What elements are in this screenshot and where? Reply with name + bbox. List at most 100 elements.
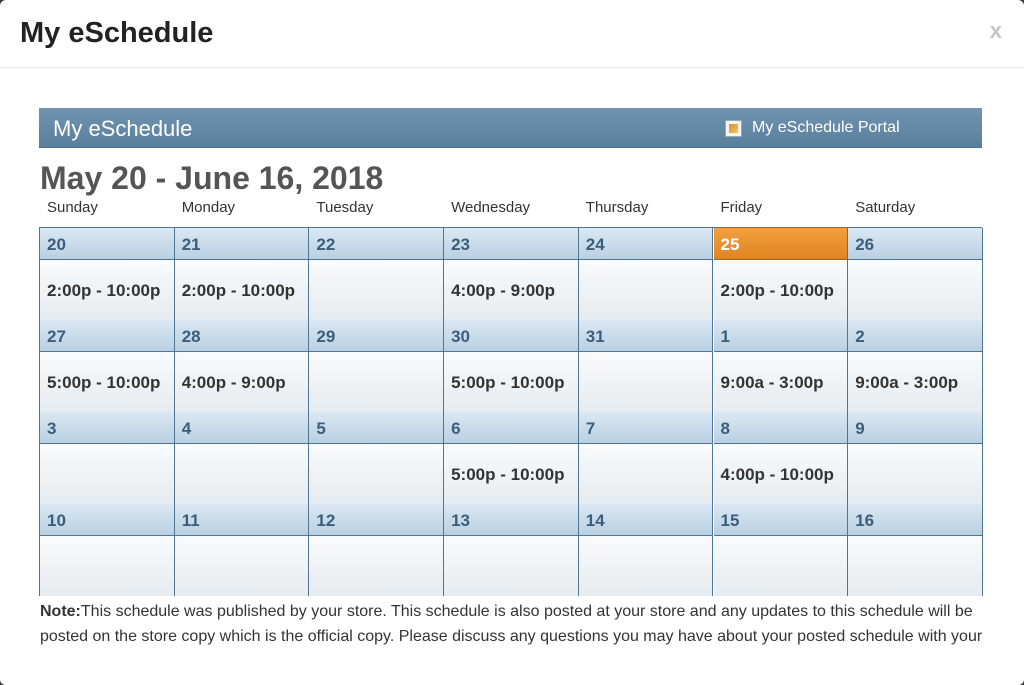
- shift-time[interactable]: 2:00p - 10:00p: [721, 281, 834, 301]
- calendar-day-cell[interactable]: 21 2:00p - 10:00p: [174, 228, 310, 320]
- calendar-date[interactable]: 26: [848, 228, 982, 260]
- calendar-week-row: 27 5:00p - 10:00p 28 4:00p - 9:00p 29 30 5:00p…: [40, 320, 983, 415]
- calendar-day-cell[interactable]: 3: [40, 412, 175, 504]
- calendar-day-cell[interactable]: 15: [713, 504, 849, 596]
- calendar-day-cell[interactable]: 6 5:00p - 10:00p: [444, 412, 579, 504]
- calendar-date[interactable]: 23: [444, 228, 578, 260]
- dow-tuesday: Tuesday: [316, 199, 374, 216]
- modal-title: My eSchedule: [20, 17, 214, 49]
- calendar-day-cell[interactable]: 8 4:00p - 10:00p: [713, 412, 849, 504]
- calendar-date[interactable]: 12: [309, 504, 444, 536]
- calendar-date[interactable]: 13: [444, 504, 578, 536]
- note-text: This schedule was published by your stor…: [40, 603, 983, 645]
- calendar-date[interactable]: 30: [444, 320, 578, 352]
- shift-time[interactable]: 5:00p - 10:00p: [451, 465, 564, 485]
- calendar-day-body: [578, 536, 713, 596]
- calendar-day-body: 2:00p - 10:00p: [174, 260, 309, 320]
- dow-thursday: Thursday: [585, 199, 649, 216]
- shift-time[interactable]: 9:00a - 3:00p: [721, 373, 824, 393]
- calendar-date[interactable]: 5: [309, 412, 444, 444]
- calendar-day-cell[interactable]: 7: [578, 412, 714, 504]
- calendar-date[interactable]: 9: [848, 412, 982, 444]
- calendar-date[interactable]: 1: [713, 320, 848, 352]
- calendar-day-cell[interactable]: 11: [174, 504, 310, 596]
- shift-time[interactable]: 5:00p - 10:00p: [47, 373, 160, 393]
- calendar-date[interactable]: 14: [578, 504, 713, 536]
- calendar-day-cell[interactable]: 4: [174, 412, 310, 504]
- calendar-day-cell[interactable]: 16: [848, 504, 983, 596]
- calendar-day-cell[interactable]: 25 2:00p - 10:00p: [713, 228, 849, 320]
- note-label: Note:: [40, 603, 81, 620]
- calendar-date[interactable]: 21: [174, 228, 309, 260]
- shift-time[interactable]: 5:00p - 10:00p: [451, 373, 564, 393]
- calendar-day-body: 4:00p - 10:00p: [713, 444, 848, 504]
- calendar-day-body: 5:00p - 10:00p: [444, 444, 578, 504]
- calendar-day-body: [309, 444, 444, 504]
- calendar-date[interactable]: 8: [713, 412, 848, 444]
- shift-time[interactable]: 4:00p - 10:00p: [721, 465, 834, 485]
- calendar-date[interactable]: 27: [40, 320, 174, 352]
- calendar-day-body: [174, 444, 309, 504]
- calendar-day-cell[interactable]: 9: [848, 412, 983, 504]
- dow-saturday: Saturday: [855, 199, 916, 216]
- calendar-day-cell[interactable]: 22: [309, 228, 445, 320]
- shift-time[interactable]: 2:00p - 10:00p: [47, 281, 160, 301]
- calendar-day-cell[interactable]: 28 4:00p - 9:00p: [174, 320, 310, 412]
- calendar-date[interactable]: 28: [174, 320, 309, 352]
- calendar-date[interactable]: 29: [309, 320, 444, 352]
- calendar-day-cell[interactable]: 2 9:00a - 3:00p: [848, 320, 983, 412]
- calendar-date[interactable]: 10: [40, 504, 174, 536]
- calendar-day-cell[interactable]: 26: [848, 228, 983, 320]
- calendar-day-body: [444, 536, 578, 596]
- calendar-date[interactable]: 2: [848, 320, 982, 352]
- calendar-date[interactable]: 22: [309, 228, 444, 260]
- calendar-day-body: 2:00p - 10:00p: [40, 260, 174, 320]
- calendar-day-cell[interactable]: 13: [444, 504, 579, 596]
- shift-time[interactable]: 2:00p - 10:00p: [182, 281, 295, 301]
- calendar-day-cell[interactable]: 14: [578, 504, 714, 596]
- close-button[interactable]: x: [990, 18, 1002, 44]
- calendar-day-cell[interactable]: 5: [309, 412, 445, 504]
- calendar-day-cell[interactable]: 12: [309, 504, 445, 596]
- calendar-day-cell[interactable]: 29: [309, 320, 445, 412]
- calendar-date[interactable]: 31: [578, 320, 713, 352]
- calendar-day-body: 4:00p - 9:00p: [444, 260, 578, 320]
- eschedule-portal-link[interactable]: My eSchedule Portal: [725, 117, 900, 139]
- calendar-date[interactable]: 7: [578, 412, 713, 444]
- dow-wednesday: Wednesday: [451, 199, 531, 216]
- date-range-heading: May 20 - June 16, 2018: [40, 160, 384, 196]
- calendar-day-body: [309, 536, 444, 596]
- calendar-day-cell[interactable]: 20 2:00p - 10:00p: [40, 228, 175, 320]
- calendar-day-body: [578, 352, 713, 412]
- calendar-date[interactable]: 16: [848, 504, 982, 536]
- calendar-day-body: [578, 444, 713, 504]
- calendar-day-body: 4:00p - 9:00p: [174, 352, 309, 412]
- schedule-banner: My eSchedule My eSchedule Portal: [39, 108, 982, 148]
- calendar-day-body: [848, 260, 982, 320]
- shift-time[interactable]: 9:00a - 3:00p: [855, 373, 958, 393]
- shift-time[interactable]: 4:00p - 9:00p: [182, 373, 286, 393]
- calendar-day-cell[interactable]: 27 5:00p - 10:00p: [40, 320, 175, 412]
- calendar-day-cell[interactable]: 30 5:00p - 10:00p: [444, 320, 579, 412]
- calendar-day-body: [309, 352, 444, 412]
- dow-sunday: Sunday: [47, 199, 98, 216]
- calendar-day-body: 2:00p - 10:00p: [713, 260, 848, 320]
- calendar-date[interactable]: 24: [578, 228, 713, 260]
- calendar-day-cell[interactable]: 23 4:00p - 9:00p: [444, 228, 579, 320]
- modal-header: My eSchedule x: [0, 0, 1024, 68]
- calendar-date[interactable]: 4: [174, 412, 309, 444]
- shift-time[interactable]: 4:00p - 9:00p: [451, 281, 555, 301]
- calendar-date[interactable]: 20: [40, 228, 174, 260]
- calendar-day-cell[interactable]: 1 9:00a - 3:00p: [713, 320, 849, 412]
- calendar-date-today[interactable]: 25: [713, 228, 848, 260]
- calendar-day-cell[interactable]: 10: [40, 504, 175, 596]
- portal-link-label: My eSchedule Portal: [752, 119, 900, 136]
- calendar-day-cell[interactable]: 31: [578, 320, 714, 412]
- calendar-day-body: [174, 536, 309, 596]
- calendar-date[interactable]: 11: [174, 504, 309, 536]
- calendar-day-cell[interactable]: 24: [578, 228, 714, 320]
- calendar-date[interactable]: 6: [444, 412, 578, 444]
- calendar-date[interactable]: 15: [713, 504, 848, 536]
- calendar-date[interactable]: 3: [40, 412, 174, 444]
- calendar-day-body: 5:00p - 10:00p: [444, 352, 578, 412]
